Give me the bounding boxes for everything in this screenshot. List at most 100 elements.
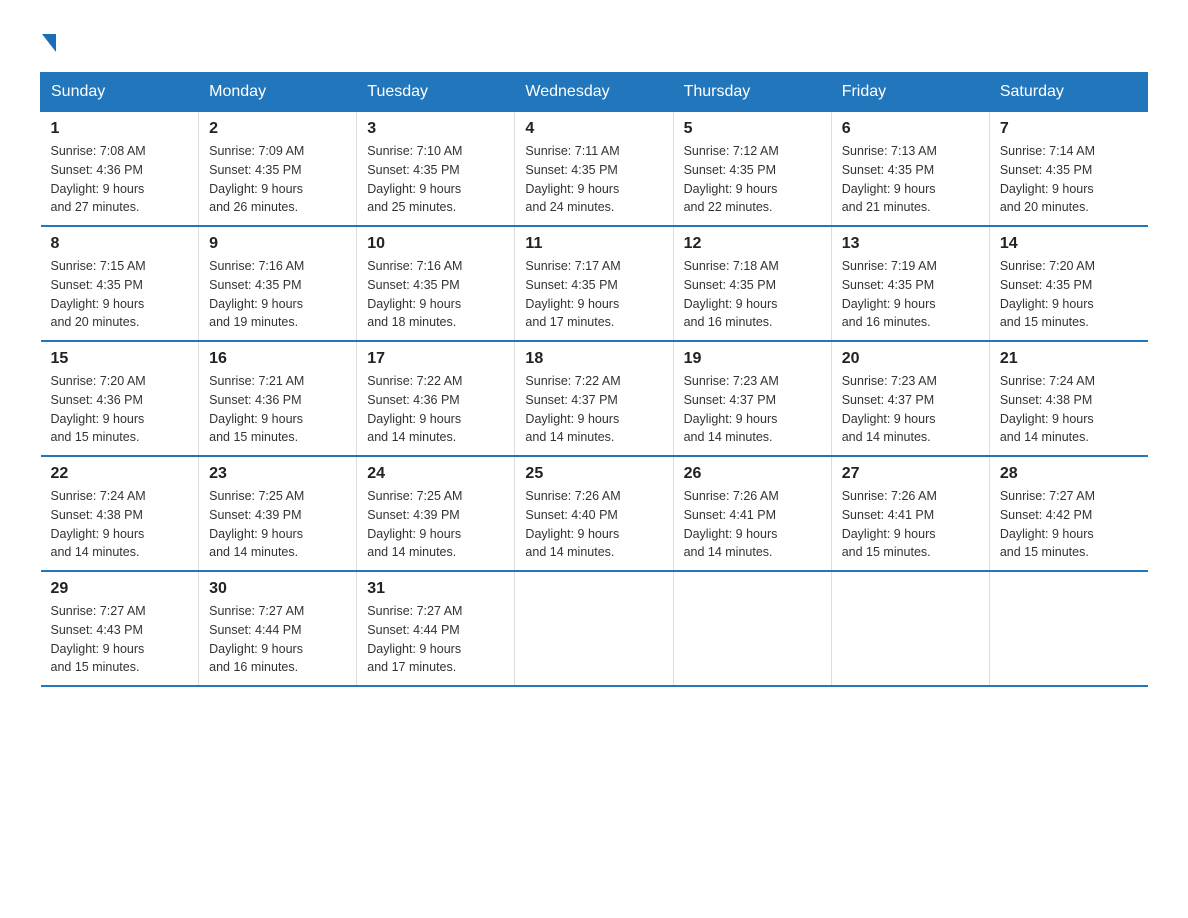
calendar-cell: 17 Sunrise: 7:22 AM Sunset: 4:36 PM Dayl… (357, 341, 515, 456)
day-number: 28 (1000, 465, 1138, 483)
day-info: Sunrise: 7:20 AM Sunset: 4:36 PM Dayligh… (51, 372, 189, 447)
day-info: Sunrise: 7:26 AM Sunset: 4:40 PM Dayligh… (525, 487, 662, 562)
calendar-cell: 9 Sunrise: 7:16 AM Sunset: 4:35 PM Dayli… (199, 226, 357, 341)
week-row-4: 22 Sunrise: 7:24 AM Sunset: 4:38 PM Dayl… (41, 456, 1148, 571)
day-info: Sunrise: 7:26 AM Sunset: 4:41 PM Dayligh… (684, 487, 821, 562)
page-header (40, 30, 1148, 52)
calendar-table: SundayMondayTuesdayWednesdayThursdayFrid… (40, 72, 1148, 687)
calendar-cell: 11 Sunrise: 7:17 AM Sunset: 4:35 PM Dayl… (515, 226, 673, 341)
day-info: Sunrise: 7:17 AM Sunset: 4:35 PM Dayligh… (525, 257, 662, 332)
calendar-header-row: SundayMondayTuesdayWednesdayThursdayFrid… (41, 73, 1148, 112)
header-saturday: Saturday (989, 73, 1147, 112)
calendar-cell: 15 Sunrise: 7:20 AM Sunset: 4:36 PM Dayl… (41, 341, 199, 456)
header-wednesday: Wednesday (515, 73, 673, 112)
day-number: 22 (51, 465, 189, 483)
calendar-cell: 26 Sunrise: 7:26 AM Sunset: 4:41 PM Dayl… (673, 456, 831, 571)
day-info: Sunrise: 7:15 AM Sunset: 4:35 PM Dayligh… (51, 257, 189, 332)
day-number: 17 (367, 350, 504, 368)
calendar-cell: 5 Sunrise: 7:12 AM Sunset: 4:35 PM Dayli… (673, 112, 831, 227)
day-number: 15 (51, 350, 189, 368)
day-info: Sunrise: 7:25 AM Sunset: 4:39 PM Dayligh… (209, 487, 346, 562)
day-info: Sunrise: 7:10 AM Sunset: 4:35 PM Dayligh… (367, 142, 504, 217)
calendar-cell: 23 Sunrise: 7:25 AM Sunset: 4:39 PM Dayl… (199, 456, 357, 571)
day-info: Sunrise: 7:13 AM Sunset: 4:35 PM Dayligh… (842, 142, 979, 217)
day-number: 7 (1000, 120, 1138, 138)
day-info: Sunrise: 7:08 AM Sunset: 4:36 PM Dayligh… (51, 142, 189, 217)
day-number: 23 (209, 465, 346, 483)
calendar-cell: 8 Sunrise: 7:15 AM Sunset: 4:35 PM Dayli… (41, 226, 199, 341)
calendar-cell: 22 Sunrise: 7:24 AM Sunset: 4:38 PM Dayl… (41, 456, 199, 571)
week-row-2: 8 Sunrise: 7:15 AM Sunset: 4:35 PM Dayli… (41, 226, 1148, 341)
day-number: 14 (1000, 235, 1138, 253)
day-info: Sunrise: 7:11 AM Sunset: 4:35 PM Dayligh… (525, 142, 662, 217)
day-number: 9 (209, 235, 346, 253)
calendar-cell: 18 Sunrise: 7:22 AM Sunset: 4:37 PM Dayl… (515, 341, 673, 456)
calendar-cell: 27 Sunrise: 7:26 AM Sunset: 4:41 PM Dayl… (831, 456, 989, 571)
day-number: 12 (684, 235, 821, 253)
calendar-cell: 12 Sunrise: 7:18 AM Sunset: 4:35 PM Dayl… (673, 226, 831, 341)
calendar-cell: 7 Sunrise: 7:14 AM Sunset: 4:35 PM Dayli… (989, 112, 1147, 227)
calendar-cell: 19 Sunrise: 7:23 AM Sunset: 4:37 PM Dayl… (673, 341, 831, 456)
calendar-cell: 10 Sunrise: 7:16 AM Sunset: 4:35 PM Dayl… (357, 226, 515, 341)
calendar-cell: 16 Sunrise: 7:21 AM Sunset: 4:36 PM Dayl… (199, 341, 357, 456)
day-info: Sunrise: 7:14 AM Sunset: 4:35 PM Dayligh… (1000, 142, 1138, 217)
calendar-cell: 2 Sunrise: 7:09 AM Sunset: 4:35 PM Dayli… (199, 112, 357, 227)
calendar-cell: 1 Sunrise: 7:08 AM Sunset: 4:36 PM Dayli… (41, 112, 199, 227)
header-friday: Friday (831, 73, 989, 112)
day-info: Sunrise: 7:27 AM Sunset: 4:44 PM Dayligh… (367, 602, 504, 677)
day-number: 18 (525, 350, 662, 368)
day-number: 20 (842, 350, 979, 368)
calendar-cell: 13 Sunrise: 7:19 AM Sunset: 4:35 PM Dayl… (831, 226, 989, 341)
week-row-3: 15 Sunrise: 7:20 AM Sunset: 4:36 PM Dayl… (41, 341, 1148, 456)
header-monday: Monday (199, 73, 357, 112)
calendar-cell: 30 Sunrise: 7:27 AM Sunset: 4:44 PM Dayl… (199, 571, 357, 686)
day-number: 26 (684, 465, 821, 483)
logo (40, 30, 56, 52)
day-number: 2 (209, 120, 346, 138)
day-info: Sunrise: 7:23 AM Sunset: 4:37 PM Dayligh… (842, 372, 979, 447)
day-number: 25 (525, 465, 662, 483)
day-info: Sunrise: 7:24 AM Sunset: 4:38 PM Dayligh… (51, 487, 189, 562)
day-number: 30 (209, 580, 346, 598)
header-thursday: Thursday (673, 73, 831, 112)
day-info: Sunrise: 7:22 AM Sunset: 4:36 PM Dayligh… (367, 372, 504, 447)
calendar-cell (989, 571, 1147, 686)
day-number: 13 (842, 235, 979, 253)
calendar-cell (515, 571, 673, 686)
calendar-cell: 28 Sunrise: 7:27 AM Sunset: 4:42 PM Dayl… (989, 456, 1147, 571)
calendar-cell: 21 Sunrise: 7:24 AM Sunset: 4:38 PM Dayl… (989, 341, 1147, 456)
calendar-cell: 25 Sunrise: 7:26 AM Sunset: 4:40 PM Dayl… (515, 456, 673, 571)
header-tuesday: Tuesday (357, 73, 515, 112)
day-info: Sunrise: 7:27 AM Sunset: 4:43 PM Dayligh… (51, 602, 189, 677)
day-info: Sunrise: 7:09 AM Sunset: 4:35 PM Dayligh… (209, 142, 346, 217)
day-number: 16 (209, 350, 346, 368)
day-number: 10 (367, 235, 504, 253)
logo-arrow-icon (42, 34, 56, 52)
day-info: Sunrise: 7:16 AM Sunset: 4:35 PM Dayligh… (367, 257, 504, 332)
day-number: 3 (367, 120, 504, 138)
day-info: Sunrise: 7:27 AM Sunset: 4:44 PM Dayligh… (209, 602, 346, 677)
day-number: 11 (525, 235, 662, 253)
day-info: Sunrise: 7:18 AM Sunset: 4:35 PM Dayligh… (684, 257, 821, 332)
day-number: 19 (684, 350, 821, 368)
calendar-cell: 29 Sunrise: 7:27 AM Sunset: 4:43 PM Dayl… (41, 571, 199, 686)
day-info: Sunrise: 7:12 AM Sunset: 4:35 PM Dayligh… (684, 142, 821, 217)
calendar-cell: 4 Sunrise: 7:11 AM Sunset: 4:35 PM Dayli… (515, 112, 673, 227)
day-number: 27 (842, 465, 979, 483)
day-number: 4 (525, 120, 662, 138)
day-number: 31 (367, 580, 504, 598)
day-info: Sunrise: 7:26 AM Sunset: 4:41 PM Dayligh… (842, 487, 979, 562)
day-number: 5 (684, 120, 821, 138)
logo-general (40, 30, 56, 52)
day-number: 21 (1000, 350, 1138, 368)
calendar-cell: 20 Sunrise: 7:23 AM Sunset: 4:37 PM Dayl… (831, 341, 989, 456)
day-info: Sunrise: 7:24 AM Sunset: 4:38 PM Dayligh… (1000, 372, 1138, 447)
day-number: 24 (367, 465, 504, 483)
day-number: 8 (51, 235, 189, 253)
calendar-cell (673, 571, 831, 686)
calendar-cell: 31 Sunrise: 7:27 AM Sunset: 4:44 PM Dayl… (357, 571, 515, 686)
calendar-cell (831, 571, 989, 686)
day-info: Sunrise: 7:22 AM Sunset: 4:37 PM Dayligh… (525, 372, 662, 447)
day-info: Sunrise: 7:19 AM Sunset: 4:35 PM Dayligh… (842, 257, 979, 332)
calendar-cell: 6 Sunrise: 7:13 AM Sunset: 4:35 PM Dayli… (831, 112, 989, 227)
